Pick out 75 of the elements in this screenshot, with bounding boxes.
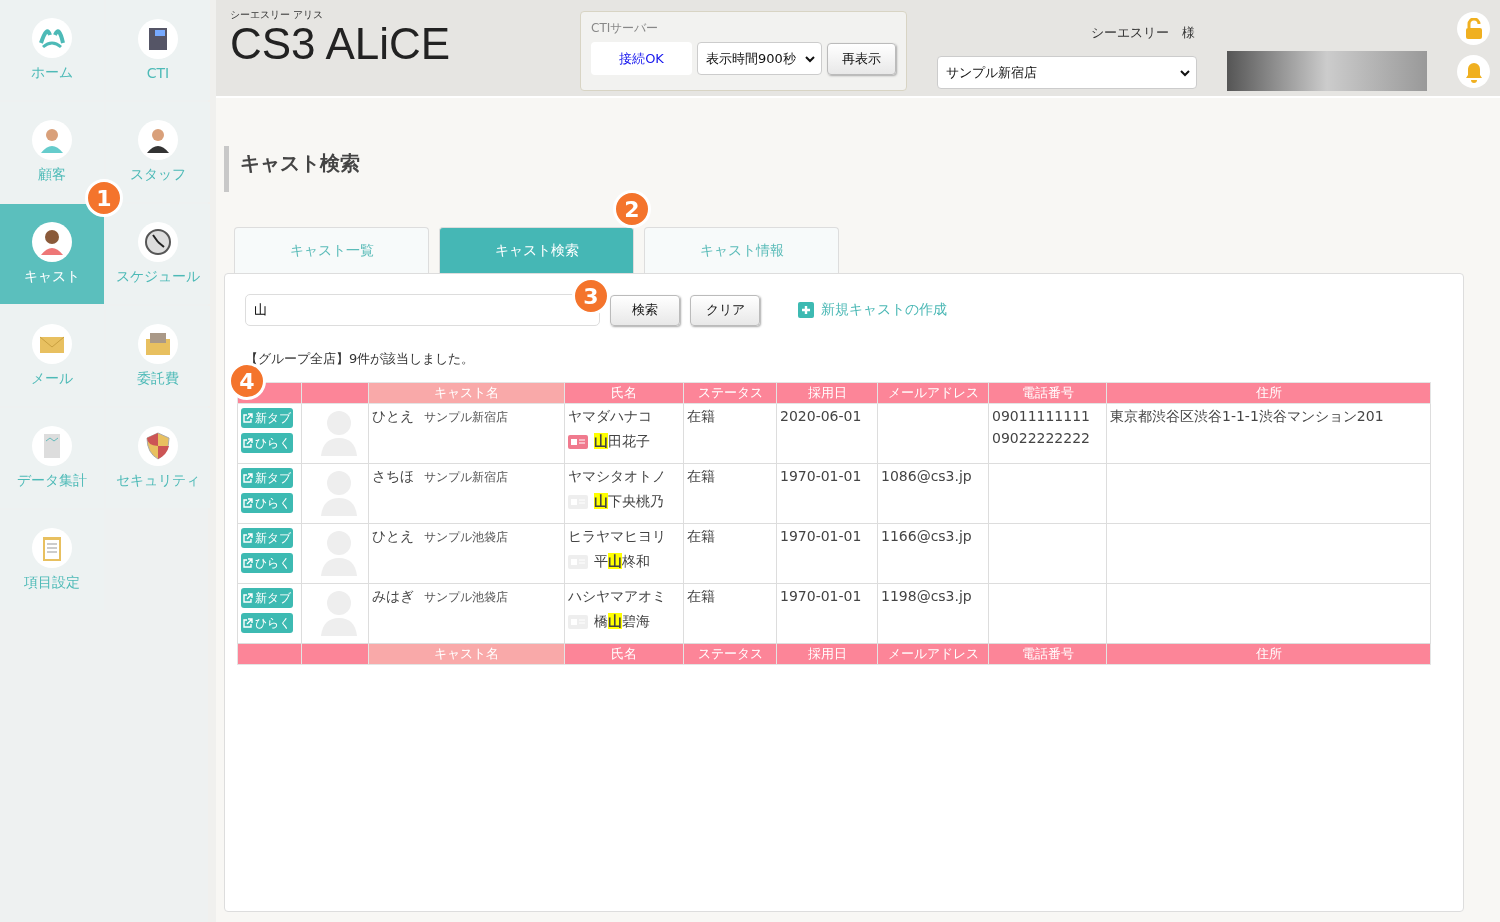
tab[interactable]: キャスト情報 bbox=[644, 227, 839, 273]
open-button[interactable]: ひらく bbox=[241, 613, 293, 633]
column-header: メールアドレス bbox=[877, 382, 989, 404]
email: 1086@cs3.jp bbox=[881, 468, 972, 484]
phone-number: 09022222222 bbox=[992, 430, 1091, 446]
external-link-icon bbox=[243, 438, 253, 448]
new-tab-button[interactable]: 新タブ bbox=[241, 468, 293, 488]
column-header: 氏名 bbox=[564, 382, 684, 404]
table-cell: 在籍 bbox=[683, 463, 777, 524]
table-cell: 在籍 bbox=[683, 523, 777, 584]
table-cell: 在籍 bbox=[683, 403, 777, 464]
external-link-icon bbox=[243, 498, 253, 508]
table-cell: 2020-06-01 bbox=[776, 403, 878, 464]
refresh-button[interactable]: 再表示 bbox=[827, 42, 896, 75]
new-cast-link[interactable]: 新規キャストの作成 bbox=[798, 301, 947, 319]
table-cell: 1970-01-01 bbox=[776, 463, 878, 524]
external-link-icon bbox=[243, 593, 253, 603]
name-kana: ヤマシタオトノ bbox=[568, 468, 666, 484]
cast-name: ひとえ bbox=[372, 408, 414, 424]
store-name: サンプル新宿店 bbox=[424, 470, 508, 484]
user-name: シーエスリー 様 bbox=[1091, 24, 1195, 42]
column-header: 採用日 bbox=[776, 382, 878, 404]
external-link-icon bbox=[243, 558, 253, 568]
open-button[interactable]: ひらく bbox=[241, 493, 293, 513]
interval-select[interactable]: 表示時間900秒 bbox=[697, 42, 822, 75]
table-cell: 1970-01-01 bbox=[776, 583, 878, 644]
full-name: 山下央桃乃 bbox=[594, 492, 664, 511]
new-tab-button[interactable]: 新タブ bbox=[241, 408, 293, 428]
open-button[interactable]: ひらく bbox=[241, 553, 293, 573]
caret-icon bbox=[805, 54, 815, 63]
bell-icon[interactable] bbox=[1457, 55, 1490, 88]
lock-icon[interactable] bbox=[1457, 12, 1490, 45]
external-link-icon bbox=[243, 618, 253, 628]
new-tab-button[interactable]: 新タブ bbox=[241, 528, 293, 548]
search-button[interactable]: 検索 bbox=[610, 294, 680, 326]
caret-icon bbox=[1180, 68, 1190, 77]
column-header: キャスト名 bbox=[368, 382, 565, 404]
phone-number: 09011111111 bbox=[992, 408, 1091, 424]
external-link-icon bbox=[243, 533, 253, 543]
open-button[interactable]: ひらく bbox=[241, 433, 293, 453]
store-name: サンプル池袋店 bbox=[424, 590, 508, 604]
store-select[interactable]: サンプル新宿店 bbox=[937, 56, 1197, 89]
logo: CS3 ALiCE bbox=[230, 22, 452, 66]
column-header: 住所 bbox=[1106, 643, 1431, 665]
table-cell: 在籍 bbox=[683, 583, 777, 644]
logo-caption: シーエスリー アリス bbox=[230, 8, 325, 22]
cti-label: CTIサーバー bbox=[591, 20, 660, 37]
tab[interactable]: キャスト検索 bbox=[439, 227, 634, 273]
store-name: サンプル新宿店 bbox=[424, 410, 508, 424]
column-header: 住所 bbox=[1106, 382, 1431, 404]
name-kana: ヒラヤマヒヨリ bbox=[568, 528, 666, 544]
full-name: 橋山碧海 bbox=[594, 612, 650, 631]
tab[interactable]: キャスト一覧 bbox=[234, 227, 429, 273]
email: 1166@cs3.jp bbox=[881, 528, 972, 544]
full-name: 平山柊和 bbox=[594, 552, 650, 571]
name-kana: ヤマダハナコ bbox=[568, 408, 652, 424]
address: 東京都渋谷区渋谷1-1-1渋谷マンション201 bbox=[1110, 408, 1384, 424]
column-header: 電話番号 bbox=[988, 382, 1107, 404]
connection-status: 接続OK bbox=[591, 42, 693, 75]
step-number-badge: 2 bbox=[613, 190, 651, 228]
external-link-icon bbox=[243, 473, 253, 483]
clear-button[interactable]: クリア bbox=[690, 294, 760, 326]
store-name: サンプル池袋店 bbox=[424, 530, 508, 544]
plus-icon bbox=[798, 302, 814, 318]
column-header: ステータス bbox=[683, 382, 777, 404]
new-tab-button[interactable]: 新タブ bbox=[241, 588, 293, 608]
column-header: キャスト名 bbox=[368, 643, 565, 665]
cast-name: さちほ bbox=[372, 468, 414, 484]
name-kana: ハシヤマアオミ bbox=[568, 588, 666, 604]
external-link-icon bbox=[243, 413, 253, 423]
full-name: 山田花子 bbox=[594, 432, 650, 451]
cast-name: ひとえ bbox=[372, 528, 414, 544]
email: 1198@cs3.jp bbox=[881, 588, 972, 604]
table-cell: 1970-01-01 bbox=[776, 523, 878, 584]
cast-name: みはぎ bbox=[372, 588, 414, 604]
